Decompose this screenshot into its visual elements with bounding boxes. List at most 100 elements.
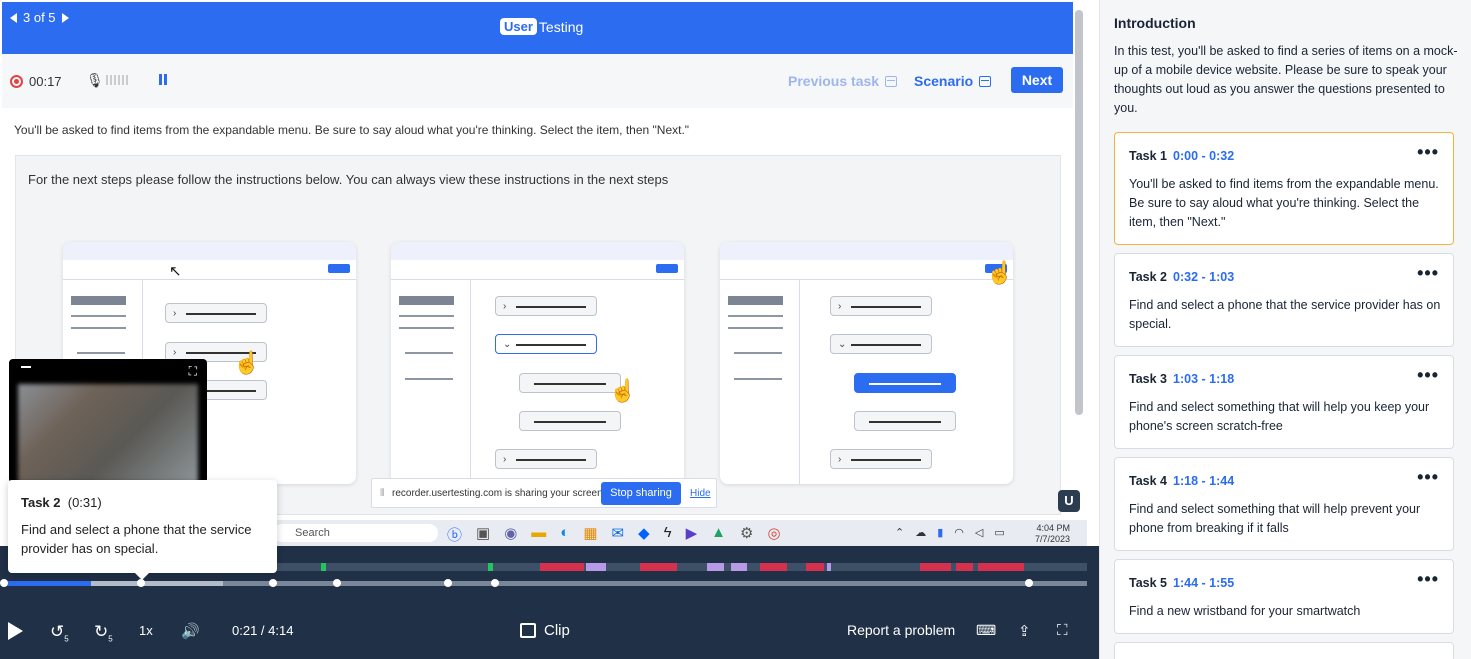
- dropbox-icon[interactable]: ◆: [638, 524, 650, 545]
- record-icon: [10, 75, 23, 88]
- webcam-preview[interactable]: ⛶: [9, 359, 207, 483]
- seek-bar[interactable]: [0, 579, 1087, 587]
- fullscreen-icon[interactable]: ⛶: [189, 364, 197, 379]
- clip-button[interactable]: Clip: [520, 622, 570, 639]
- task-description: Find and select something that will help…: [1129, 400, 1430, 433]
- task-card-6[interactable]: [1114, 642, 1454, 659]
- hand-cursor-icon: ☝: [233, 350, 261, 375]
- store-icon[interactable]: ▦: [583, 524, 597, 545]
- mic-level-meter: [106, 75, 128, 85]
- task-range[interactable]: 0:32 - 1:03: [1173, 270, 1234, 284]
- panel-icon: [885, 75, 898, 87]
- mail-icon[interactable]: ✉: [612, 524, 625, 545]
- task-marker[interactable]: [1025, 579, 1033, 587]
- volume-icon[interactable]: ◁: [975, 526, 983, 539]
- usertesting-badge-icon[interactable]: U: [1058, 490, 1080, 512]
- task-view-icon[interactable]: ▣: [476, 524, 490, 545]
- task-marker[interactable]: [491, 579, 499, 587]
- more-options-icon[interactable]: •••: [1417, 366, 1439, 384]
- task-range[interactable]: 0:00 - 0:32: [1173, 149, 1234, 163]
- previous-arrow-icon[interactable]: [10, 12, 17, 23]
- playback-controls: ↺5 ↻5 1x 🔊 0:21 / 4:14 Clip Report a pro…: [0, 616, 1099, 646]
- task-instruction: You'll be asked to find items from the e…: [14, 123, 690, 137]
- share-message: recorder.usertesting.com is sharing your…: [392, 488, 606, 499]
- rewind-5-icon[interactable]: ↺5: [50, 622, 69, 643]
- task-range[interactable]: 1:18 - 1:44: [1173, 474, 1234, 488]
- intro-text: In this test, you'll be asked to find a …: [1114, 44, 1458, 115]
- task-card-4[interactable]: Task 4 1:18 - 1:44 ••• Find and select so…: [1114, 457, 1454, 551]
- play-icon[interactable]: [8, 622, 23, 640]
- task-card-5[interactable]: Task 5 1:44 - 1:55 ••• Find a new wristba…: [1114, 559, 1454, 634]
- app-root: 3 of 5 User Testing 00:17 🎙 Previous tas…: [0, 0, 1471, 659]
- more-options-icon[interactable]: •••: [1417, 143, 1439, 161]
- previous-task-label: Previous task: [788, 73, 880, 89]
- volume-icon[interactable]: 🔊: [181, 622, 200, 640]
- chrome-icon[interactable]: ◎: [767, 524, 780, 545]
- task-description: You'll be asked to find items from the e…: [1129, 177, 1439, 229]
- taskbar-search[interactable]: Search: [273, 524, 438, 542]
- task-marker[interactable]: [333, 579, 341, 587]
- report-problem-button[interactable]: Report a problem: [847, 622, 955, 638]
- task-marker[interactable]: [0, 579, 8, 587]
- recorder-toolbar: 00:17 🎙 Previous task Scenario Next: [2, 54, 1073, 108]
- task-label: Task 3: [1129, 372, 1167, 386]
- mic-tray-icon[interactable]: ▮: [937, 526, 943, 539]
- share-icon[interactable]: ⇪: [1018, 622, 1031, 640]
- wifi-icon[interactable]: ◠: [954, 526, 964, 539]
- mockup-step-2: › ⌄ › ☝: [391, 242, 684, 484]
- playback-time: 0:21 / 4:14: [232, 623, 294, 638]
- bolt-icon[interactable]: ϟ: [664, 524, 672, 545]
- taskbar-clock[interactable]: 4:04 PM 7/7/2023: [1035, 523, 1070, 545]
- forward-5-icon[interactable]: ↻5: [94, 622, 113, 643]
- settings-gear-icon[interactable]: ⚙: [740, 524, 753, 545]
- battery-icon[interactable]: ▭: [994, 526, 1004, 539]
- microphone-icon: 🎙: [86, 72, 104, 88]
- taskbar-apps: ⓑ ▣ ◉ ▬ ◐ ▦ ✉ ◆ ϟ ▶ ▲ ⚙ ◎: [447, 524, 781, 545]
- task-card-3[interactable]: Task 3 1:03 - 1:18 ••• Find and select so…: [1114, 355, 1454, 449]
- task-description: Find a new wristband for your smartwatch: [1129, 604, 1361, 618]
- task-card-2[interactable]: Task 2 0:32 - 1:03 ••• Find and select a …: [1114, 253, 1454, 347]
- hand-cursor-icon: ☝: [986, 260, 1013, 285]
- more-options-icon[interactable]: •••: [1417, 264, 1439, 282]
- fullscreen-toggle-icon[interactable]: ⛶: [1057, 622, 1068, 639]
- clip-label: Clip: [544, 622, 570, 639]
- recording-timer: 00:17: [29, 74, 62, 89]
- previous-task-button[interactable]: Previous task: [788, 73, 898, 89]
- scenario-button[interactable]: Scenario: [914, 73, 992, 89]
- task-card-1[interactable]: Task 1 0:00 - 0:32 ••• You'll be asked to…: [1114, 132, 1454, 245]
- logo-box: User: [500, 18, 537, 35]
- mockup-step-3: › ⌄ › ☝: [720, 242, 1013, 484]
- task-marker[interactable]: [137, 579, 145, 587]
- pause-button[interactable]: [159, 74, 167, 85]
- task-range[interactable]: 1:44 - 1:55: [1173, 576, 1234, 590]
- file-explorer-icon[interactable]: ▬: [531, 524, 546, 545]
- bing-icon[interactable]: ⓑ: [447, 524, 462, 545]
- playback-speed[interactable]: 1x: [139, 623, 153, 638]
- tooltip-description: Find and select a phone that the service…: [21, 522, 252, 556]
- next-button[interactable]: Next: [1011, 67, 1063, 93]
- keyboard-icon[interactable]: ⌨: [976, 622, 996, 639]
- teams-icon[interactable]: ◉: [504, 524, 517, 545]
- task-range[interactable]: 1:03 - 1:18: [1173, 372, 1234, 386]
- seek-progress: [4, 581, 91, 586]
- chevron-up-icon[interactable]: ⌃: [895, 526, 904, 539]
- drive-icon[interactable]: ▲: [711, 524, 726, 545]
- hide-link[interactable]: Hide: [690, 488, 711, 499]
- media-icon[interactable]: ▶: [686, 524, 698, 545]
- task-tooltip: Task 2 (0:31) Find and select a phone th…: [8, 480, 277, 580]
- scrollbar[interactable]: [1075, 10, 1083, 415]
- drag-handle-icon[interactable]: ⦀: [380, 488, 384, 499]
- minimize-icon[interactable]: [21, 366, 31, 368]
- task-marker[interactable]: [444, 579, 452, 587]
- cloud-icon[interactable]: ☁: [915, 526, 926, 539]
- next-arrow-icon[interactable]: [61, 12, 69, 23]
- task-segments-track[interactable]: [277, 563, 1087, 571]
- tooltip-task: Task 2: [21, 495, 61, 510]
- more-options-icon[interactable]: •••: [1417, 570, 1439, 588]
- task-counter: 3 of 5: [23, 10, 56, 25]
- clock-time: 4:04 PM: [1036, 523, 1071, 533]
- edge-icon[interactable]: ◐: [560, 524, 569, 545]
- more-options-icon[interactable]: •••: [1417, 468, 1439, 486]
- task-marker[interactable]: [269, 579, 277, 587]
- stop-sharing-button[interactable]: Stop sharing: [601, 482, 681, 505]
